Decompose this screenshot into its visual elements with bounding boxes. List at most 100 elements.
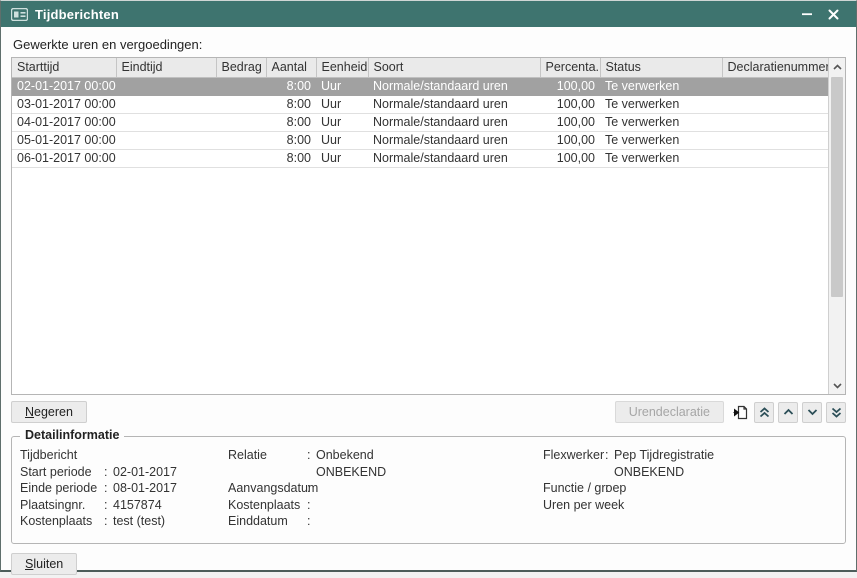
cell-soort[interactable]: Normale/standaard uren: [368, 131, 540, 149]
scrollbar-thumb[interactable]: [831, 77, 843, 297]
cell-status[interactable]: Te verwerken: [600, 95, 722, 113]
col-header-aantal[interactable]: Aantal: [266, 58, 316, 77]
cell-percentage[interactable]: 100,00: [540, 95, 600, 113]
page-forward-icon[interactable]: [730, 402, 750, 423]
col-header-eenheid[interactable]: Eenheid: [316, 58, 368, 77]
cell-eenheid[interactable]: Uur: [316, 113, 368, 131]
cell-percentage[interactable]: 100,00: [540, 131, 600, 149]
scrollbar-down-arrow-icon[interactable]: [829, 377, 845, 394]
detail-field-functie-groep: Functie / groep:: [543, 480, 837, 497]
cell-starttijd[interactable]: 02-01-2017 00:00: [12, 77, 116, 95]
table-row[interactable]: 06-01-2017 00:00 8:00 Uur Normale/standa…: [12, 149, 828, 167]
cell-eindtijd[interactable]: [116, 149, 216, 167]
detail-field-einddatum: Einddatum:: [228, 513, 543, 530]
col-header-soort[interactable]: Soort: [368, 58, 540, 77]
col-header-starttijd[interactable]: Starttijd: [12, 58, 116, 77]
cell-starttijd[interactable]: 03-01-2017 00:00: [12, 95, 116, 113]
cell-bedrag[interactable]: [216, 95, 266, 113]
detail-field-uren-per-week: Uren per week:: [543, 497, 837, 514]
negeren-button[interactable]: Negeren: [11, 401, 87, 423]
cell-aantal[interactable]: 8:00: [266, 149, 316, 167]
cell-status[interactable]: Te verwerken: [600, 77, 722, 95]
cell-eindtijd[interactable]: [116, 77, 216, 95]
col-header-status[interactable]: Status: [600, 58, 722, 77]
cell-declaratienummer[interactable]: [722, 95, 828, 113]
titlebar: Tijdberichten: [1, 1, 856, 27]
cell-starttijd[interactable]: 05-01-2017 00:00: [12, 131, 116, 149]
cell-bedrag[interactable]: [216, 113, 266, 131]
cell-declaratienummer[interactable]: [722, 131, 828, 149]
detail-field-plaatsingnr: Plaatsingnr.:4157874: [20, 497, 228, 514]
cell-status[interactable]: Te verwerken: [600, 149, 722, 167]
cell-bedrag[interactable]: [216, 149, 266, 167]
detail-field-flexwerker-line2: ONBEKEND: [543, 464, 837, 481]
cell-eenheid[interactable]: Uur: [316, 77, 368, 95]
detail-field-relatie-line2: ONBEKEND: [228, 464, 543, 481]
scrollbar-track[interactable]: [829, 75, 845, 377]
detail-columns: Tijdbericht Start periode:02-01-2017 Ein…: [20, 447, 837, 530]
cell-bedrag[interactable]: [216, 77, 266, 95]
grid-area: Starttijd Eindtijd Bedrag Aantal Eenheid…: [12, 58, 828, 394]
table-row[interactable]: 04-01-2017 00:00 8:00 Uur Normale/standa…: [12, 113, 828, 131]
table-row[interactable]: 03-01-2017 00:00 8:00 Uur Normale/standa…: [12, 95, 828, 113]
scrollbar-up-arrow-icon[interactable]: [829, 58, 845, 75]
cell-starttijd[interactable]: 04-01-2017 00:00: [12, 113, 116, 131]
detail-column-2: Relatie:Onbekend ONBEKEND Aanvangsdatum:…: [228, 447, 543, 530]
detail-field-kostenplaats-2: Kostenplaats:: [228, 497, 543, 514]
footer: Sluiten: [11, 553, 846, 575]
scroll-down-button[interactable]: [802, 402, 822, 423]
cell-declaratienummer[interactable]: [722, 77, 828, 95]
cell-eenheid[interactable]: Uur: [316, 95, 368, 113]
cell-soort[interactable]: Normale/standaard uren: [368, 77, 540, 95]
cell-eindtijd[interactable]: [116, 95, 216, 113]
table-header-row: Starttijd Eindtijd Bedrag Aantal Eenheid…: [12, 58, 828, 77]
detail-field-flexwerker: Flexwerker:Pep Tijdregistratie: [543, 447, 837, 464]
scroll-to-top-button[interactable]: [754, 402, 774, 423]
detail-column-3: Flexwerker:Pep Tijdregistratie ONBEKEND …: [543, 447, 837, 530]
cell-aantal[interactable]: 8:00: [266, 95, 316, 113]
cell-eenheid[interactable]: Uur: [316, 149, 368, 167]
cell-eindtijd[interactable]: [116, 113, 216, 131]
cell-aantal[interactable]: 8:00: [266, 113, 316, 131]
detail-field-start-periode: Start periode:02-01-2017: [20, 464, 228, 481]
window-title: Tijdberichten: [35, 7, 119, 22]
sluiten-button[interactable]: Sluiten: [11, 553, 77, 575]
detail-field-tijdbericht: Tijdbericht: [20, 447, 228, 464]
cell-soort[interactable]: Normale/standaard uren: [368, 149, 540, 167]
detail-field-einde-periode: Einde periode:08-01-2017: [20, 480, 228, 497]
minimize-button[interactable]: [794, 3, 820, 25]
scroll-to-bottom-button[interactable]: [826, 402, 846, 423]
cell-soort[interactable]: Normale/standaard uren: [368, 95, 540, 113]
scroll-up-button[interactable]: [778, 402, 798, 423]
urendeclaratie-button[interactable]: Urendeclaratie: [615, 401, 724, 423]
window-content: Gewerkte uren en vergoedingen: Starttijd…: [1, 27, 856, 575]
detail-field-kostenplaats-1: Kostenplaats:test (test): [20, 513, 228, 530]
cell-aantal[interactable]: 8:00: [266, 131, 316, 149]
col-header-percentage[interactable]: Percenta...: [540, 58, 600, 77]
cell-eindtijd[interactable]: [116, 131, 216, 149]
detail-legend: Detailinformatie: [20, 428, 124, 442]
table-caption: Gewerkte uren en vergoedingen:: [13, 37, 846, 52]
cell-declaratienummer[interactable]: [722, 149, 828, 167]
cell-percentage[interactable]: 100,00: [540, 113, 600, 131]
col-header-declaratienummer[interactable]: Declaratienummer: [722, 58, 828, 77]
vertical-scrollbar[interactable]: [828, 58, 845, 394]
cell-bedrag[interactable]: [216, 131, 266, 149]
cell-status[interactable]: Te verwerken: [600, 131, 722, 149]
cell-starttijd[interactable]: 06-01-2017 00:00: [12, 149, 116, 167]
cell-soort[interactable]: Normale/standaard uren: [368, 113, 540, 131]
table-row[interactable]: 02-01-2017 00:00 8:00 Uur Normale/standa…: [12, 77, 828, 95]
cell-aantal[interactable]: 8:00: [266, 77, 316, 95]
id-card-icon: [11, 8, 28, 21]
col-header-eindtijd[interactable]: Eindtijd: [116, 58, 216, 77]
table-row[interactable]: 05-01-2017 00:00 8:00 Uur Normale/standa…: [12, 131, 828, 149]
close-button[interactable]: [820, 3, 846, 25]
cell-eenheid[interactable]: Uur: [316, 131, 368, 149]
cell-declaratienummer[interactable]: [722, 113, 828, 131]
col-header-bedrag[interactable]: Bedrag: [216, 58, 266, 77]
detail-field-relatie: Relatie:Onbekend: [228, 447, 543, 464]
action-bar: Negeren Urendeclaratie: [11, 400, 846, 424]
cell-percentage[interactable]: 100,00: [540, 77, 600, 95]
cell-status[interactable]: Te verwerken: [600, 113, 722, 131]
cell-percentage[interactable]: 100,00: [540, 149, 600, 167]
